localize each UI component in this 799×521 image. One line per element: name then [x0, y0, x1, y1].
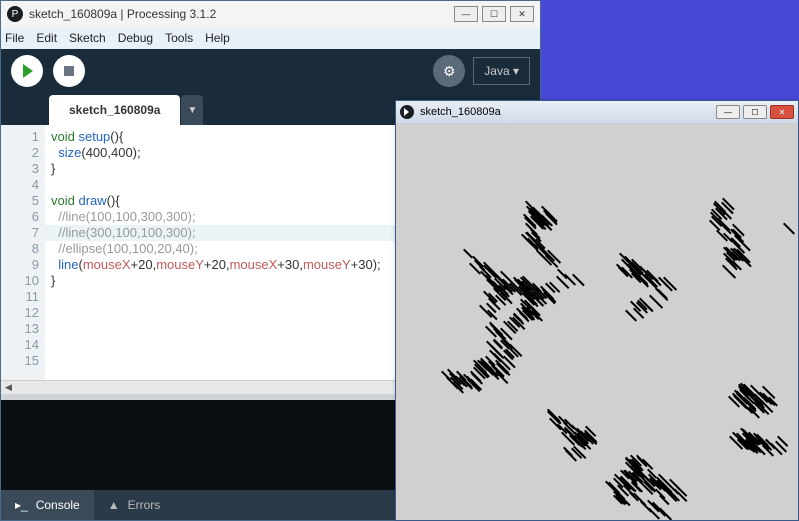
sketch-output-window[interactable]: sketch_160809a — ☐ ✕: [395, 100, 799, 521]
menu-sketch[interactable]: Sketch: [69, 31, 106, 45]
tab-console[interactable]: ▸_ Console: [1, 490, 94, 520]
menu-help[interactable]: Help: [205, 31, 230, 45]
menubar: File Edit Sketch Debug Tools Help: [1, 27, 540, 49]
sketch-minimize-button[interactable]: —: [716, 105, 740, 119]
tab-errors[interactable]: ▲ Errors: [94, 490, 175, 520]
sketch-maximize-button[interactable]: ☐: [743, 105, 767, 119]
close-button[interactable]: ✕: [510, 6, 534, 22]
warning-icon: ▲: [108, 498, 120, 512]
run-button[interactable]: [11, 55, 43, 87]
scroll-left-icon[interactable]: ◀: [5, 382, 12, 393]
sketch-window-title: sketch_160809a: [420, 106, 713, 118]
maximize-button[interactable]: ☐: [482, 6, 506, 22]
processing-logo-icon: P: [7, 6, 23, 22]
play-icon: [400, 105, 414, 119]
minimize-button[interactable]: —: [454, 6, 478, 22]
line-gutter: 123456789101112131415: [1, 125, 45, 380]
sketch-close-button[interactable]: ✕: [770, 105, 794, 119]
tab-menu-button[interactable]: ▼: [181, 95, 203, 125]
toolbar: ⚙ Java ▾: [1, 49, 540, 93]
sketch-titlebar[interactable]: sketch_160809a — ☐ ✕: [396, 101, 798, 123]
menu-file[interactable]: File: [5, 31, 24, 45]
console-icon: ▸_: [15, 498, 28, 512]
sketch-canvas[interactable]: [396, 123, 798, 520]
stop-button[interactable]: [53, 55, 85, 87]
window-title: sketch_160809a | Processing 3.1.2: [29, 7, 450, 21]
debug-button[interactable]: ⚙: [433, 55, 465, 87]
mode-selector[interactable]: Java ▾: [473, 57, 530, 85]
sketch-tab[interactable]: sketch_160809a: [49, 95, 180, 125]
menu-tools[interactable]: Tools: [165, 31, 193, 45]
titlebar[interactable]: P sketch_160809a | Processing 3.1.2 — ☐ …: [1, 1, 540, 27]
menu-debug[interactable]: Debug: [118, 31, 153, 45]
menu-edit[interactable]: Edit: [36, 31, 57, 45]
